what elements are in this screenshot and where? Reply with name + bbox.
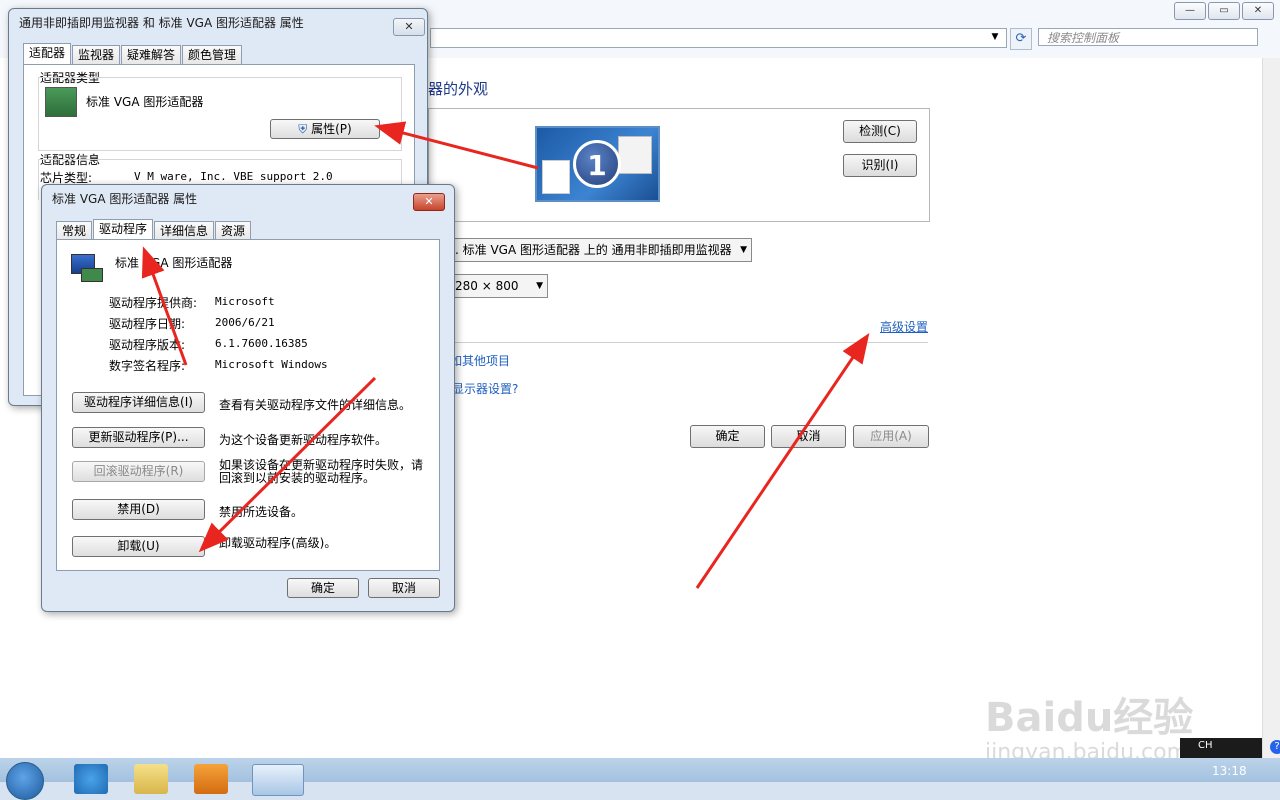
driver-provider-label: 驱动程序提供商:	[109, 296, 198, 310]
adapter-properties-button[interactable]: ⛨ 属性(P)	[270, 119, 380, 139]
tab-adapter[interactable]: 适配器	[23, 43, 72, 64]
rollback-driver-button[interactable]: 回滚驱动程序(R)	[72, 461, 205, 482]
dialog-title: 标准 VGA 图形适配器 属性	[52, 192, 198, 206]
driver-tab-panel: 标准 VGA 图形适配器 驱动程序提供商: Microsoft 驱动程序日期: …	[56, 239, 440, 571]
driver-provider-value: Microsoft	[215, 295, 275, 308]
close-icon[interactable]: ✕	[393, 18, 425, 36]
minimize-button[interactable]: —	[1174, 2, 1206, 20]
adapter-name: 标准 VGA 图形适配器	[86, 95, 204, 109]
cancel-button[interactable]: 取消	[771, 425, 846, 448]
tab-color-management[interactable]: 颜色管理	[182, 45, 243, 66]
chip-type-value: V M ware, Inc. VBE support 2.0	[134, 170, 333, 183]
media-player-icon[interactable]	[194, 764, 228, 794]
update-driver-button[interactable]: 更新驱动程序(P)...	[72, 427, 205, 448]
rollback-driver-desc: 如果该设备在更新驱动程序时失败，请回滚到以前安装的驱动程序。	[219, 458, 424, 485]
close-icon[interactable]: ✕	[413, 193, 445, 211]
uninstall-desc: 卸载驱动程序(高级)。	[219, 536, 337, 550]
divider	[428, 342, 928, 343]
driver-date-label: 驱动程序日期:	[109, 317, 186, 331]
driver-details-button[interactable]: 驱动程序详细信息(I)	[72, 392, 205, 413]
monitor-window-graphic	[618, 136, 652, 174]
arrow-to-advanced-settings	[695, 333, 870, 589]
address-dropdown-icon[interactable]: ▼	[988, 30, 1002, 44]
dialog-ok-button[interactable]: 确定	[287, 578, 359, 598]
identify-button[interactable]: 识别(I)	[843, 154, 917, 177]
close-button[interactable]: ✕	[1242, 2, 1274, 20]
driver-version-label: 驱动程序版本:	[109, 338, 186, 352]
tab-troubleshoot[interactable]: 疑难解答	[121, 45, 182, 66]
resolution-select-value: 280 × 800	[455, 279, 519, 293]
display-settings-link[interactable]: 显示器设置?	[452, 380, 518, 397]
dialog-cancel-button[interactable]: 取消	[368, 578, 440, 598]
taskbar-bottom-strip	[0, 782, 1280, 800]
apply-button[interactable]: 应用(A)	[853, 425, 929, 448]
watermark-logo: Baidu经验	[985, 695, 1194, 741]
display-select-value: . 标准 VGA 图形适配器 上的 通用非即插即用监视器	[455, 243, 732, 257]
address-bar[interactable]	[430, 28, 1007, 48]
window-caption-buttons: — ▭ ✕	[1174, 2, 1274, 20]
disable-button[interactable]: 禁用(D)	[72, 499, 205, 520]
scrollbar[interactable]	[1262, 58, 1280, 758]
start-button-icon[interactable]	[6, 762, 44, 800]
chevron-down-icon: ▼	[536, 281, 543, 291]
display-select[interactable]: . 标准 VGA 图形适配器 上的 通用非即插即用监视器 ▼	[448, 238, 752, 262]
chevron-down-icon: ▼	[740, 245, 747, 255]
driver-details-desc: 查看有关驱动程序文件的详细信息。	[219, 398, 412, 412]
internet-explorer-icon[interactable]	[74, 764, 108, 794]
advanced-settings-link[interactable]: 高级设置	[880, 318, 928, 335]
device-name: 标准 VGA 图形适配器	[115, 256, 233, 270]
adapter-type-group	[38, 77, 402, 151]
update-driver-desc: 为这个设备更新驱动程序软件。	[219, 433, 388, 447]
monitor-number-badge: 1	[573, 140, 621, 188]
monitor-document-graphic	[542, 160, 570, 194]
tab-monitor[interactable]: 监视器	[72, 45, 121, 66]
uninstall-button[interactable]: 卸载(U)	[72, 536, 205, 557]
language-indicator[interactable]: CH	[1198, 740, 1213, 751]
tab-driver[interactable]: 驱动程序	[93, 219, 154, 240]
detect-button[interactable]: 检测(C)	[843, 120, 917, 143]
maximize-button[interactable]: ▭	[1208, 2, 1240, 20]
resolution-select[interactable]: 280 × 800 ▼	[448, 274, 548, 298]
other-items-link[interactable]: 如其他项目	[450, 352, 510, 369]
dialog-title: 通用非即插即用监视器 和 标准 VGA 图形适配器 属性	[19, 16, 304, 30]
search-input[interactable]: 搜索控制面板	[1038, 28, 1258, 46]
explorer-folder-icon[interactable]	[134, 764, 168, 794]
shield-icon: ⛨	[298, 122, 308, 136]
display-adapter-icon	[71, 254, 103, 282]
page-heading: 器的外观	[428, 80, 489, 98]
disable-desc: 禁用所选设备。	[219, 505, 304, 519]
adapter-card-icon	[45, 87, 77, 117]
digital-signer-value: Microsoft Windows	[215, 358, 328, 371]
driver-version-value: 6.1.7600.16385	[215, 337, 308, 350]
driver-date-value: 2006/6/21	[215, 316, 275, 329]
vga-adapter-properties-dialog: 标准 VGA 图形适配器 属性 ✕ 常规 驱动程序 详细信息 资源 标准 VGA…	[41, 184, 455, 612]
adapter-properties-label: 属性(P)	[311, 122, 352, 136]
control-panel-taskbar-icon[interactable]	[252, 764, 304, 796]
ok-button[interactable]: 确定	[690, 425, 765, 448]
refresh-icon[interactable]: ⟳	[1010, 28, 1032, 50]
language-bar[interactable]	[1180, 738, 1262, 758]
clock[interactable]: 13:18	[1212, 764, 1247, 778]
digital-signer-label: 数字签名程序:	[109, 359, 186, 373]
help-icon[interactable]: ?	[1270, 740, 1280, 754]
